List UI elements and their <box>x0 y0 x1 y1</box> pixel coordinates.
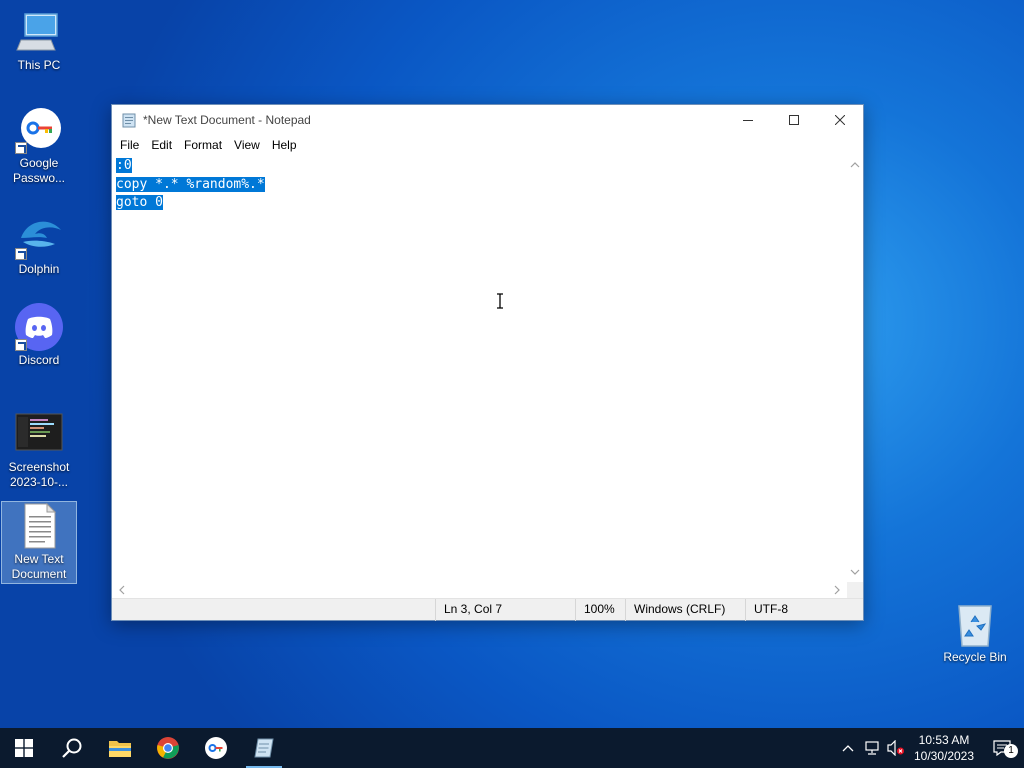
desktop-icon-discord[interactable]: Discord <box>0 303 78 373</box>
desktop-icon-label: Recycle Bin <box>943 650 1007 664</box>
system-tray: 10:53 AM 10/30/2023 1 <box>836 728 1024 768</box>
computer-icon <box>15 8 63 56</box>
editor-line: :0 <box>116 157 843 176</box>
clock-time: 10:53 AM <box>918 733 970 747</box>
menu-file[interactable]: File <box>114 138 145 152</box>
taskbar-google-passwords[interactable] <box>192 728 240 768</box>
close-icon <box>835 115 845 125</box>
menu-view[interactable]: View <box>228 138 266 152</box>
menu-edit[interactable]: Edit <box>145 138 178 152</box>
editor-line: goto 0 <box>116 194 843 213</box>
close-button[interactable] <box>817 105 863 135</box>
editor-line: copy *.* %random%.* <box>116 176 843 195</box>
action-center-button[interactable]: 1 <box>980 740 1024 758</box>
desktop-icon-label: Dolphin <box>18 262 60 276</box>
chrome-icon <box>157 737 179 759</box>
volume-muted-icon <box>887 740 904 756</box>
selected-text: goto 0 <box>116 195 163 210</box>
network-icon <box>865 741 879 755</box>
notification-count-badge: 1 <box>1004 744 1018 758</box>
show-hidden-icons-button[interactable] <box>836 744 860 752</box>
text-cursor-icon <box>497 293 503 309</box>
shortcut-arrow-icon <box>15 248 27 260</box>
text-editor[interactable]: :0 copy *.* %random%.* goto 0 <box>112 155 847 582</box>
scroll-right-icon[interactable] <box>829 582 845 598</box>
notepad-window[interactable]: *New Text Document - Notepad File Edit F… <box>111 104 864 621</box>
scrollbar-corner <box>847 582 863 598</box>
selected-text: copy *.* %random%.* <box>116 176 265 192</box>
status-zoom: 100% <box>575 599 625 621</box>
discord-icon <box>15 303 63 351</box>
menu-bar: File Edit Format View Help <box>112 135 863 155</box>
start-button[interactable] <box>0 728 48 768</box>
vertical-scrollbar[interactable] <box>847 155 863 582</box>
taskbar-notepad[interactable] <box>240 728 288 768</box>
minimize-icon <box>743 120 753 121</box>
search-icon <box>62 738 82 758</box>
status-encoding: UTF-8 <box>745 599 863 621</box>
menu-help[interactable]: Help <box>266 138 303 152</box>
desktop-icon-label: This PC <box>17 58 61 72</box>
desktop-icon-label: Discord <box>18 353 60 367</box>
clock[interactable]: 10:53 AM 10/30/2023 <box>908 732 980 764</box>
status-cursor-position: Ln 3, Col 7 <box>435 599 575 621</box>
taskbar-file-explorer[interactable] <box>96 728 144 768</box>
title-bar[interactable]: *New Text Document - Notepad <box>112 105 863 135</box>
desktop-icon-screenshot[interactable]: Screenshot 2023-10-... <box>0 410 78 490</box>
selected-text: :0 <box>116 158 132 173</box>
google-password-manager-icon <box>205 737 227 759</box>
desktop-icon-recycle-bin[interactable]: Recycle Bin <box>936 600 1014 670</box>
scroll-up-icon[interactable] <box>847 157 863 173</box>
status-bar: Ln 3, Col 7 100% Windows (CRLF) UTF-8 <box>112 598 863 621</box>
windows-logo-icon <box>15 739 33 757</box>
taskbar-chrome[interactable] <box>144 728 192 768</box>
dolphin-icon <box>15 212 63 260</box>
horizontal-scrollbar[interactable] <box>112 582 847 598</box>
google-password-manager-icon <box>15 106 63 154</box>
desktop-icon-label: New Text Document <box>11 552 67 581</box>
notepad-icon <box>121 112 137 128</box>
desktop-icon-new-text-document[interactable]: New Text Document <box>1 501 77 584</box>
text-file-icon <box>15 502 63 550</box>
image-thumbnail-icon <box>15 410 63 458</box>
chevron-up-icon <box>842 745 854 752</box>
scroll-left-icon[interactable] <box>114 582 130 598</box>
desktop-icon-this-pc[interactable]: This PC <box>0 8 78 78</box>
network-button[interactable] <box>860 741 884 755</box>
maximize-icon <box>789 115 799 125</box>
volume-button[interactable] <box>884 740 908 756</box>
desktop-icon-google-passwords[interactable]: Google Passwo... <box>0 106 78 192</box>
window-title: *New Text Document - Notepad <box>143 113 311 127</box>
clock-date: 10/30/2023 <box>913 749 975 763</box>
maximize-button[interactable] <box>771 105 817 135</box>
folder-icon <box>109 741 131 757</box>
scroll-down-icon[interactable] <box>847 564 863 580</box>
status-line-ending: Windows (CRLF) <box>625 599 745 621</box>
minimize-button[interactable] <box>725 105 771 135</box>
shortcut-arrow-icon <box>15 142 27 154</box>
desktop-icon-dolphin[interactable]: Dolphin <box>0 212 78 276</box>
search-button[interactable] <box>48 728 96 768</box>
desktop-icon-label: Google Passwo... <box>12 156 66 185</box>
recycle-bin-icon <box>951 600 999 648</box>
menu-format[interactable]: Format <box>178 138 228 152</box>
taskbar: 10:53 AM 10/30/2023 1 <box>0 728 1024 768</box>
notepad-icon <box>254 738 274 758</box>
shortcut-arrow-icon <box>15 339 27 351</box>
desktop-icon-label: Screenshot 2023-10-... <box>8 460 70 489</box>
